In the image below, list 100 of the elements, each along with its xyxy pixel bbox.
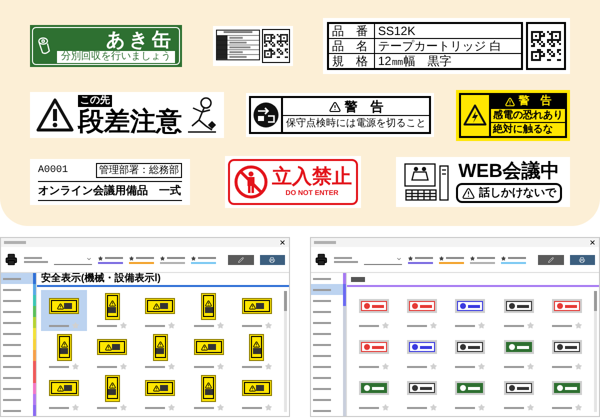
star-icon[interactable] bbox=[264, 322, 272, 329]
field-value: 12㎜幅 黒字 bbox=[377, 54, 452, 68]
label-thumbnail bbox=[455, 299, 486, 313]
star-icon[interactable] bbox=[120, 322, 128, 329]
category-heading: 安全表示(機械・設備表示Ⅰ) bbox=[41, 273, 161, 285]
label-text: 絶対に触るな bbox=[491, 122, 565, 136]
star-icon[interactable] bbox=[478, 404, 486, 411]
label-thumbnail bbox=[455, 340, 486, 354]
category-item[interactable] bbox=[311, 273, 346, 284]
label-thumbnail bbox=[504, 299, 534, 313]
star-icon[interactable] bbox=[216, 363, 224, 370]
electric-shock-icon bbox=[463, 104, 487, 126]
warning-triangle-icon bbox=[36, 98, 74, 132]
label-thumbnail bbox=[504, 381, 534, 395]
field-value: SS12K bbox=[377, 24, 416, 38]
star-icon[interactable] bbox=[72, 363, 80, 370]
printer-icon bbox=[579, 256, 586, 262]
printer-icon bbox=[269, 256, 276, 262]
label-title: 警 告 bbox=[518, 95, 552, 108]
star-icon[interactable] bbox=[526, 404, 534, 411]
chevron-down-icon bbox=[86, 256, 92, 262]
star-icon[interactable] bbox=[574, 363, 582, 370]
label-thumbnail bbox=[407, 381, 438, 395]
print-button[interactable] bbox=[570, 254, 595, 264]
star-icon[interactable] bbox=[430, 322, 438, 329]
star-icon[interactable] bbox=[72, 322, 80, 329]
label-thumbnail bbox=[407, 299, 438, 313]
label-text: 感電の恐れあり bbox=[492, 108, 564, 122]
star-icon[interactable] bbox=[526, 363, 534, 370]
edit-button[interactable] bbox=[538, 254, 564, 264]
sign-thumbnail bbox=[56, 334, 72, 360]
label-title: 立入禁止 bbox=[272, 165, 352, 189]
sign-thumbnail bbox=[49, 298, 80, 314]
star-icon[interactable] bbox=[120, 363, 128, 370]
printer-icon bbox=[315, 253, 328, 266]
edit-button[interactable] bbox=[228, 254, 254, 264]
asset-code: A0001 bbox=[38, 164, 68, 178]
star-icon[interactable] bbox=[72, 404, 80, 411]
category-item[interactable] bbox=[1, 284, 36, 295]
star-icon[interactable] bbox=[120, 404, 128, 411]
pencil-icon bbox=[548, 256, 554, 262]
blurred-text bbox=[314, 241, 336, 244]
field-name: 品 番 bbox=[329, 24, 375, 38]
sign-thumbnail bbox=[201, 374, 216, 402]
star-icon[interactable] bbox=[168, 322, 176, 329]
star-icon bbox=[408, 256, 414, 260]
toolbar-button[interactable] bbox=[408, 256, 434, 264]
label-title: 警 告 bbox=[344, 98, 384, 114]
toolbar-button[interactable] bbox=[439, 256, 464, 264]
category-item[interactable] bbox=[1, 273, 36, 284]
toolbar-button[interactable] bbox=[470, 256, 496, 264]
warning-icon bbox=[504, 96, 514, 106]
close-icon[interactable] bbox=[589, 239, 596, 246]
toolbar-button[interactable] bbox=[501, 256, 526, 264]
star-icon[interactable] bbox=[382, 363, 390, 370]
print-button[interactable] bbox=[260, 254, 285, 264]
star-icon[interactable] bbox=[430, 404, 438, 411]
chevron-down-icon bbox=[396, 256, 402, 262]
star-icon[interactable] bbox=[382, 404, 390, 411]
label-thumbnail bbox=[552, 381, 582, 395]
star-icon bbox=[439, 256, 444, 260]
toolbar-button[interactable] bbox=[98, 256, 124, 264]
category-item[interactable] bbox=[1, 405, 36, 416]
star-icon[interactable] bbox=[574, 322, 582, 329]
category-item[interactable] bbox=[311, 284, 346, 295]
close-icon[interactable] bbox=[279, 239, 286, 246]
blurred-text bbox=[4, 241, 26, 244]
qr-code-icon bbox=[531, 31, 561, 61]
star-icon bbox=[191, 256, 196, 260]
star-icon[interactable] bbox=[168, 363, 176, 370]
warning-icon bbox=[328, 100, 340, 112]
label-thumbnail bbox=[455, 381, 486, 395]
toolbar-button[interactable] bbox=[160, 256, 186, 264]
star-icon bbox=[129, 256, 134, 260]
star-icon[interactable] bbox=[478, 363, 486, 370]
star-icon[interactable] bbox=[264, 404, 272, 411]
star-icon[interactable] bbox=[526, 322, 534, 329]
star-icon[interactable] bbox=[264, 363, 272, 370]
sign-thumbnail bbox=[145, 380, 176, 396]
star-icon[interactable] bbox=[216, 322, 224, 329]
label-text: 保守点検時には電源を切ること bbox=[285, 116, 427, 131]
star-icon[interactable] bbox=[478, 322, 486, 329]
toolbar-button[interactable] bbox=[191, 256, 216, 264]
star-icon[interactable] bbox=[430, 363, 438, 370]
sign-thumbnail bbox=[104, 374, 120, 402]
label-badge: この先 bbox=[78, 95, 112, 107]
star-icon[interactable] bbox=[574, 404, 582, 411]
category-item[interactable] bbox=[311, 295, 346, 306]
asset-table-drawing bbox=[216, 29, 260, 61]
label-thumbnail bbox=[359, 381, 390, 395]
star-icon[interactable] bbox=[168, 404, 176, 411]
qr-code-icon bbox=[264, 34, 288, 58]
toolbar-button[interactable] bbox=[129, 256, 154, 264]
star-icon[interactable] bbox=[216, 404, 224, 411]
sign-thumbnail bbox=[49, 380, 80, 396]
template-item[interactable] bbox=[41, 290, 88, 331]
field-name: 規 格 bbox=[329, 54, 375, 68]
star-icon[interactable] bbox=[382, 322, 390, 329]
sign-thumbnail bbox=[249, 334, 264, 360]
department-tag: 管理部署：総務部 bbox=[96, 163, 182, 178]
